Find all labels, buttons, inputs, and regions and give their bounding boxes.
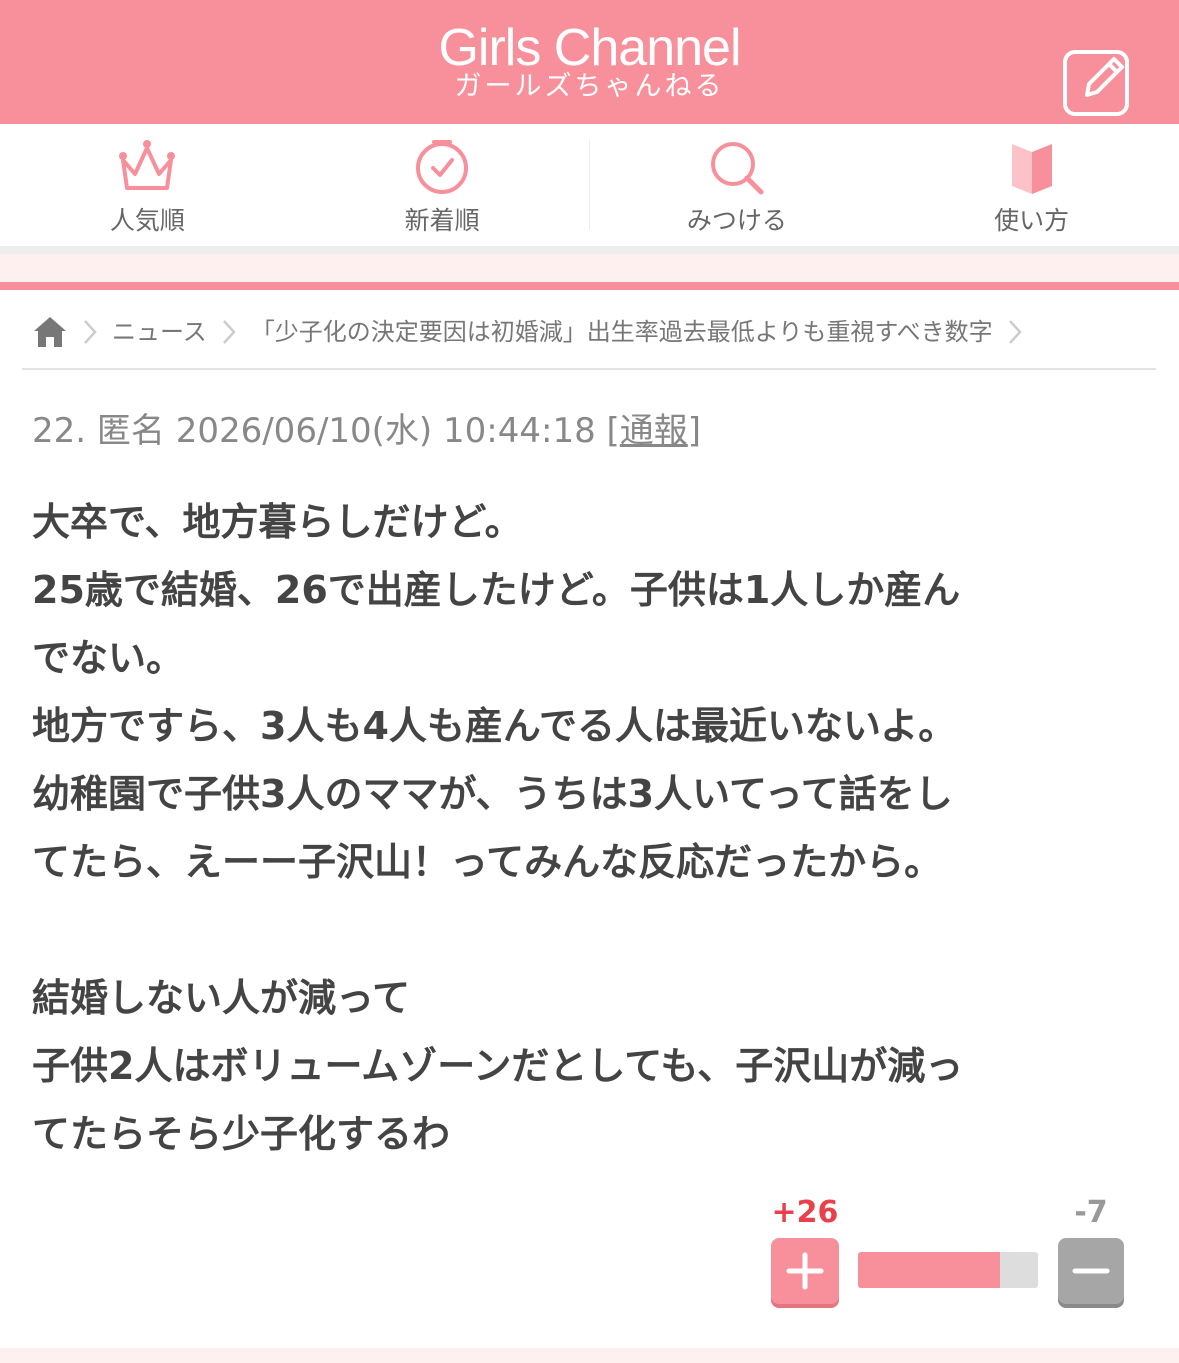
report-bracket-close: ] xyxy=(687,411,702,451)
nav-newest[interactable]: 新着順 xyxy=(295,124,590,246)
nav-label-discover: みつける xyxy=(686,206,787,235)
site-logo-title[interactable]: Girls Channel xyxy=(0,18,1179,78)
edit-icon xyxy=(1063,50,1129,116)
comment-body: 大卒で、地方暮らしだけど。 25歳で結婚、26で出産したけど。子供は1人しか産ん… xyxy=(32,488,1152,1168)
report-bracket-open: [ xyxy=(606,411,620,451)
accent-band xyxy=(0,282,1179,290)
minus-icon xyxy=(1072,1268,1110,1274)
home-icon[interactable] xyxy=(32,315,68,349)
minus-vote-count: -7 xyxy=(1074,1195,1108,1230)
chevron-right-icon xyxy=(82,318,98,346)
book-icon xyxy=(1011,144,1052,194)
chevron-right-icon xyxy=(1007,318,1023,346)
plus-vote-count: +26 xyxy=(771,1195,839,1230)
breadcrumb-divider xyxy=(22,368,1156,370)
vote-ratio-fill xyxy=(858,1252,1000,1288)
crown-icon xyxy=(119,140,176,190)
new-post-button[interactable] xyxy=(1062,46,1130,116)
nav-shadow-band xyxy=(0,246,1179,254)
plus-vote-button[interactable] xyxy=(771,1238,839,1304)
search-icon xyxy=(710,142,764,195)
comment-line: でない。 xyxy=(32,636,185,680)
site-header: Girls Channel ガールズちゃんねる xyxy=(0,0,1179,124)
comment-number[interactable]: 22. xyxy=(32,411,86,451)
comment-line: 地方ですら、3人も4人も産んでる人は最近いないよ。 xyxy=(32,704,957,748)
comment-line: 大卒で、地方暮らしだけど。 xyxy=(32,500,523,544)
comment-line: てたら、えーー子沢山！ってみんな反応だったから。 xyxy=(32,840,943,884)
decorative-band xyxy=(0,254,1179,282)
nav-how-to-use[interactable]: 使い方 xyxy=(884,124,1179,246)
bottom-band xyxy=(0,1348,1179,1363)
nav-discover[interactable]: みつける xyxy=(590,124,885,246)
chevron-right-icon xyxy=(221,318,237,346)
comment-author: 匿名 xyxy=(96,411,165,451)
breadcrumb-topic[interactable]: 「少子化の決定要因は初婚減」出生率過去最低よりも重視すべき数字 xyxy=(251,310,993,354)
breadcrumb: ニュース 「少子化の決定要因は初婚減」出生率過去最低よりも重視すべき数字 xyxy=(32,310,1162,354)
comment-line: 子供2人はボリュームゾーンだとしても、子沢山が減っ xyxy=(32,1044,964,1088)
nav-label-newest: 新着順 xyxy=(404,206,480,235)
plus-icon xyxy=(786,1252,824,1290)
comment-meta: 22. 匿名 2026/06/10(水) 10:44:18 [通報] xyxy=(32,404,701,458)
comment-line: 幼稚園で子供3人のママが、うちは3人いてって話をし xyxy=(32,772,953,816)
nav-popular[interactable]: 人気順 xyxy=(0,124,295,246)
nav-divider xyxy=(589,140,590,230)
comment-line: 25歳で結婚、26で出産したけど。子供は1人しか産ん xyxy=(32,568,961,612)
comment-line: てたらそら少子化するわ xyxy=(32,1112,451,1156)
nav-label-how-to-use: 使い方 xyxy=(994,206,1070,235)
report-link[interactable]: 通報 xyxy=(620,411,688,451)
vote-ratio-bar xyxy=(858,1252,1038,1288)
comment-datetime: 2026/06/10(水) 10:44:18 xyxy=(175,411,596,451)
comment-line xyxy=(32,896,1152,964)
site-logo-subtitle: ガールズちゃんねる xyxy=(454,71,725,102)
comment-line: 結婚しない人が減って xyxy=(32,976,411,1020)
clock-icon xyxy=(416,140,469,194)
nav-label-popular: 人気順 xyxy=(109,206,185,235)
breadcrumb-category[interactable]: ニュース xyxy=(112,310,207,354)
minus-vote-button[interactable] xyxy=(1058,1238,1124,1304)
